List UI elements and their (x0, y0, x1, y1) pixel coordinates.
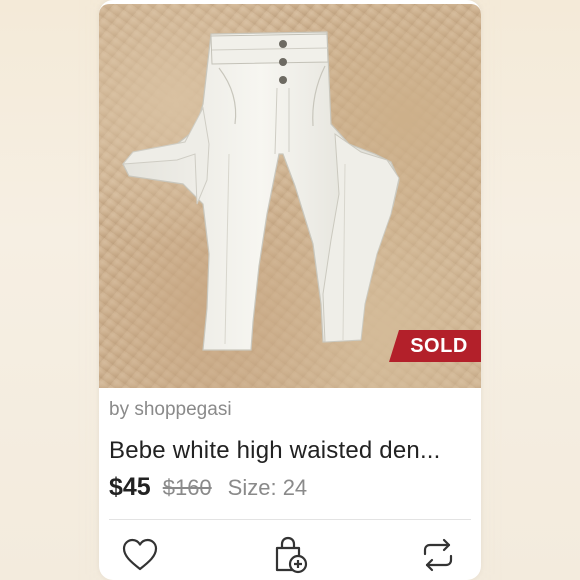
action-bar (99, 530, 481, 580)
bag-add-icon (275, 536, 308, 574)
share-button[interactable] (415, 532, 461, 578)
listing-photo[interactable]: SOLD (99, 4, 481, 388)
listing-info: by shoppegasi Bebe white high waisted de… (109, 396, 471, 502)
original-price: $160 (162, 475, 212, 500)
seller-name[interactable]: by shoppegasi (109, 396, 471, 424)
listing-title[interactable]: Bebe white high waisted den... (109, 436, 471, 466)
size-label: Size: 24 (227, 475, 308, 500)
current-price: $45 (109, 473, 151, 501)
listing-card[interactable]: SOLD by shoppegasi Bebe white high waist… (99, 0, 481, 580)
sold-badge: SOLD (389, 330, 481, 362)
divider (109, 519, 471, 520)
repeat-icon (423, 538, 453, 572)
like-button[interactable] (117, 532, 163, 578)
price-row: $45 $160 Size: 24 (109, 472, 471, 502)
add-to-bundle-button[interactable] (267, 532, 313, 578)
heart-icon (122, 538, 158, 571)
